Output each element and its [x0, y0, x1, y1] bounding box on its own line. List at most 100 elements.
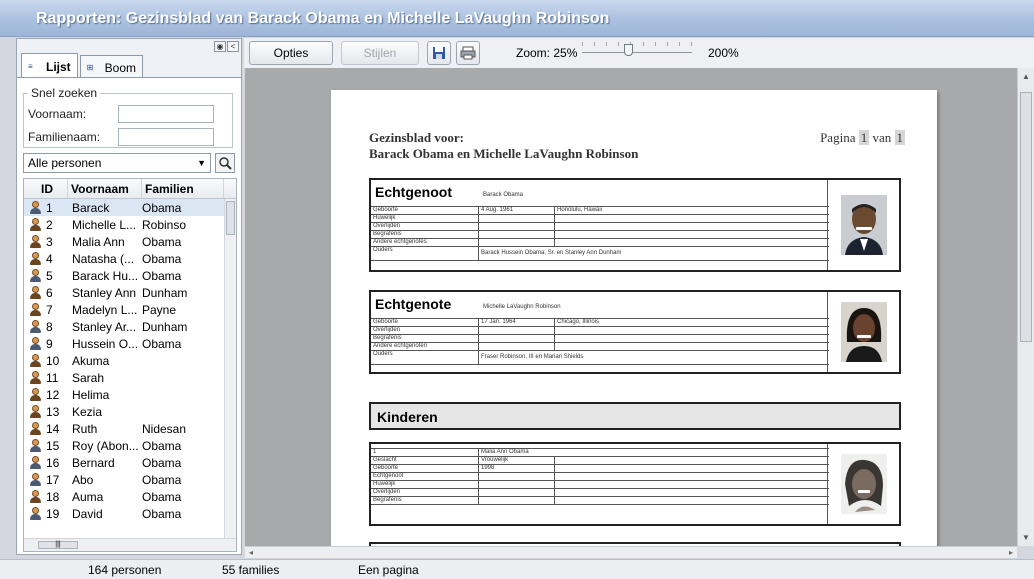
- child-name-row: 1 Malia Ann Obama: [371, 449, 829, 457]
- fact-place: [555, 215, 829, 222]
- table-row[interactable]: 9 Hussein O... Obama: [24, 335, 224, 352]
- table-row[interactable]: 17 Abo Obama: [24, 471, 224, 488]
- table-row[interactable]: 4 Natasha (... Obama: [24, 250, 224, 267]
- search-button[interactable]: [215, 153, 235, 173]
- last-name-input[interactable]: [118, 128, 214, 146]
- table-row[interactable]: 10 Akuma: [24, 352, 224, 369]
- viewer-vertical-scrollbar[interactable]: ▲ ▼: [1017, 68, 1034, 546]
- table-row[interactable]: 12 Helima: [24, 386, 224, 403]
- table-row[interactable]: 11 Sarah: [24, 369, 224, 386]
- viewer-horizontal-scrollbar[interactable]: ◂ ▸: [245, 546, 1017, 558]
- fact-place: [555, 343, 829, 350]
- scrollbar-thumb[interactable]: [1020, 92, 1032, 342]
- husband-facts: Geboorte 4 Aug. 1961 Honolulu, Hawaii Huwel…: [371, 206, 829, 261]
- col-id-header[interactable]: ID: [24, 179, 68, 198]
- cell-lastname: Obama: [142, 234, 182, 249]
- person-icon: [24, 371, 46, 384]
- parents-value: Barack Hussein Obama, Sr. en Stanley Ann…: [481, 250, 622, 256]
- wife-header: Echtgenote: [375, 296, 452, 312]
- table-rows: 1 Barack Obama 2 Michelle L... Robinso 3 Malia …: [24, 199, 224, 522]
- person-icon: [24, 490, 46, 503]
- fact-label: Huwelijk: [371, 215, 479, 222]
- cell-lastname: Obama: [142, 336, 182, 351]
- scroll-down-icon[interactable]: ▼: [1022, 533, 1030, 542]
- col-firstname-header[interactable]: Voornaam: [68, 179, 142, 198]
- cell-id: 10: [46, 353, 60, 368]
- cell-id: 4: [46, 251, 53, 266]
- page-prefix: Pagina: [820, 130, 856, 145]
- cell-lastname: Obama: [142, 472, 182, 487]
- cell-firstname: Barack Hu...: [72, 268, 138, 283]
- report-viewer: Gezinsblad voor: Barack Obama en Michell…: [245, 68, 1017, 546]
- print-button[interactable]: [456, 41, 480, 65]
- child-name: Malia Ann Obama: [481, 449, 529, 455]
- fact-place: [555, 335, 829, 342]
- list-horizontal-scrollbar[interactable]: |||: [24, 538, 236, 551]
- scroll-right-icon[interactable]: ▸: [1009, 548, 1013, 557]
- table-row[interactable]: 5 Barack Hu... Obama: [24, 267, 224, 284]
- zoom-slider[interactable]: [582, 42, 692, 56]
- fact-date: 1998: [479, 465, 555, 472]
- person-filter-select[interactable]: Alle personen ▼: [23, 153, 211, 173]
- pin-icon[interactable]: ◉: [214, 41, 226, 52]
- table-row[interactable]: 6 Stanley Ann Dunham: [24, 284, 224, 301]
- child-facts: 1 Malia Ann Obama Geslacht Vrouwelijk Geboor…: [371, 448, 829, 505]
- table-row[interactable]: 18 Auma Obama: [24, 488, 224, 505]
- table-row[interactable]: 2 Michelle L... Robinso: [24, 216, 224, 233]
- first-name-input[interactable]: [118, 105, 214, 123]
- scrollbar-thumb[interactable]: [226, 201, 235, 235]
- table-row[interactable]: 19 David Obama: [24, 505, 224, 522]
- tab-list[interactable]: ≡ Lijst: [21, 53, 78, 77]
- cell-firstname: Stanley Ar...: [72, 319, 137, 334]
- tab-tree[interactable]: ⊞ Boom: [79, 55, 144, 77]
- cell-id: 3: [46, 234, 53, 249]
- fact-place: [555, 327, 829, 334]
- report-heading: Gezinsblad voor:: [369, 130, 464, 145]
- save-button[interactable]: [427, 41, 451, 65]
- table-row[interactable]: 8 Stanley Ar... Dunham: [24, 318, 224, 335]
- wife-box: Echtgenote Michelle LaVaughn Robinson Ge…: [369, 290, 901, 374]
- zoom-slider-knob[interactable]: [624, 44, 633, 56]
- scrollbar-thumb[interactable]: |||: [38, 541, 78, 549]
- list-vertical-scrollbar[interactable]: [224, 199, 236, 539]
- options-button[interactable]: Opties: [249, 41, 333, 65]
- filter-row: Alle personen ▼: [23, 153, 235, 175]
- husband-portrait: [840, 195, 887, 255]
- scroll-up-icon[interactable]: ▲: [1022, 72, 1030, 81]
- fact-label: Echtgenoot: [371, 473, 479, 480]
- fact-place: [555, 457, 829, 464]
- person-icon: [24, 439, 46, 452]
- collapse-icon[interactable]: <: [227, 41, 239, 52]
- cell-firstname: Roy (Abon...: [72, 438, 138, 453]
- fact-row: Geslacht Vrouwelijk: [371, 457, 829, 465]
- col-lastname-header[interactable]: Familien: [142, 179, 224, 198]
- table-row[interactable]: 15 Roy (Abon... Obama: [24, 437, 224, 454]
- table-row[interactable]: 3 Malia Ann Obama: [24, 233, 224, 250]
- slider-ticks: [582, 42, 692, 48]
- fact-date: [479, 239, 555, 246]
- cell-lastname: Obama: [142, 455, 182, 470]
- table-row[interactable]: 14 Ruth Nidesan: [24, 420, 224, 437]
- styles-button[interactable]: Stijlen: [341, 41, 419, 65]
- list-icon: ≡: [28, 62, 33, 71]
- table-row[interactable]: 1 Barack Obama: [24, 199, 224, 216]
- cell-firstname: Kezia: [72, 404, 103, 419]
- child-box: 1 Malia Ann Obama Geslacht Vrouwelijk Geboor…: [369, 442, 901, 526]
- zoom-max-label: 200%: [708, 46, 739, 60]
- fact-date: [479, 215, 555, 222]
- cell-lastname: Obama: [142, 489, 182, 504]
- fact-row: Geboorte 17 Jan. 1964 Chicago, Illinois: [371, 319, 829, 327]
- save-icon: [433, 47, 445, 59]
- person-icon: [24, 320, 46, 333]
- fact-date: 4 Aug. 1961: [479, 207, 555, 214]
- cell-id: 9: [46, 336, 53, 351]
- window-title: Rapporten: Gezinsblad van Barack Obama e…: [36, 10, 610, 27]
- table-row[interactable]: 7 Madelyn L... Payne: [24, 301, 224, 318]
- cell-firstname: Madelyn L...: [72, 302, 138, 317]
- person-icon: [24, 473, 46, 486]
- fact-place: [555, 481, 829, 488]
- table-row[interactable]: 16 Bernard Obama: [24, 454, 224, 471]
- scroll-left-icon[interactable]: ◂: [249, 548, 253, 557]
- husband-name: Barack Obama: [483, 192, 524, 198]
- table-row[interactable]: 13 Kezia: [24, 403, 224, 420]
